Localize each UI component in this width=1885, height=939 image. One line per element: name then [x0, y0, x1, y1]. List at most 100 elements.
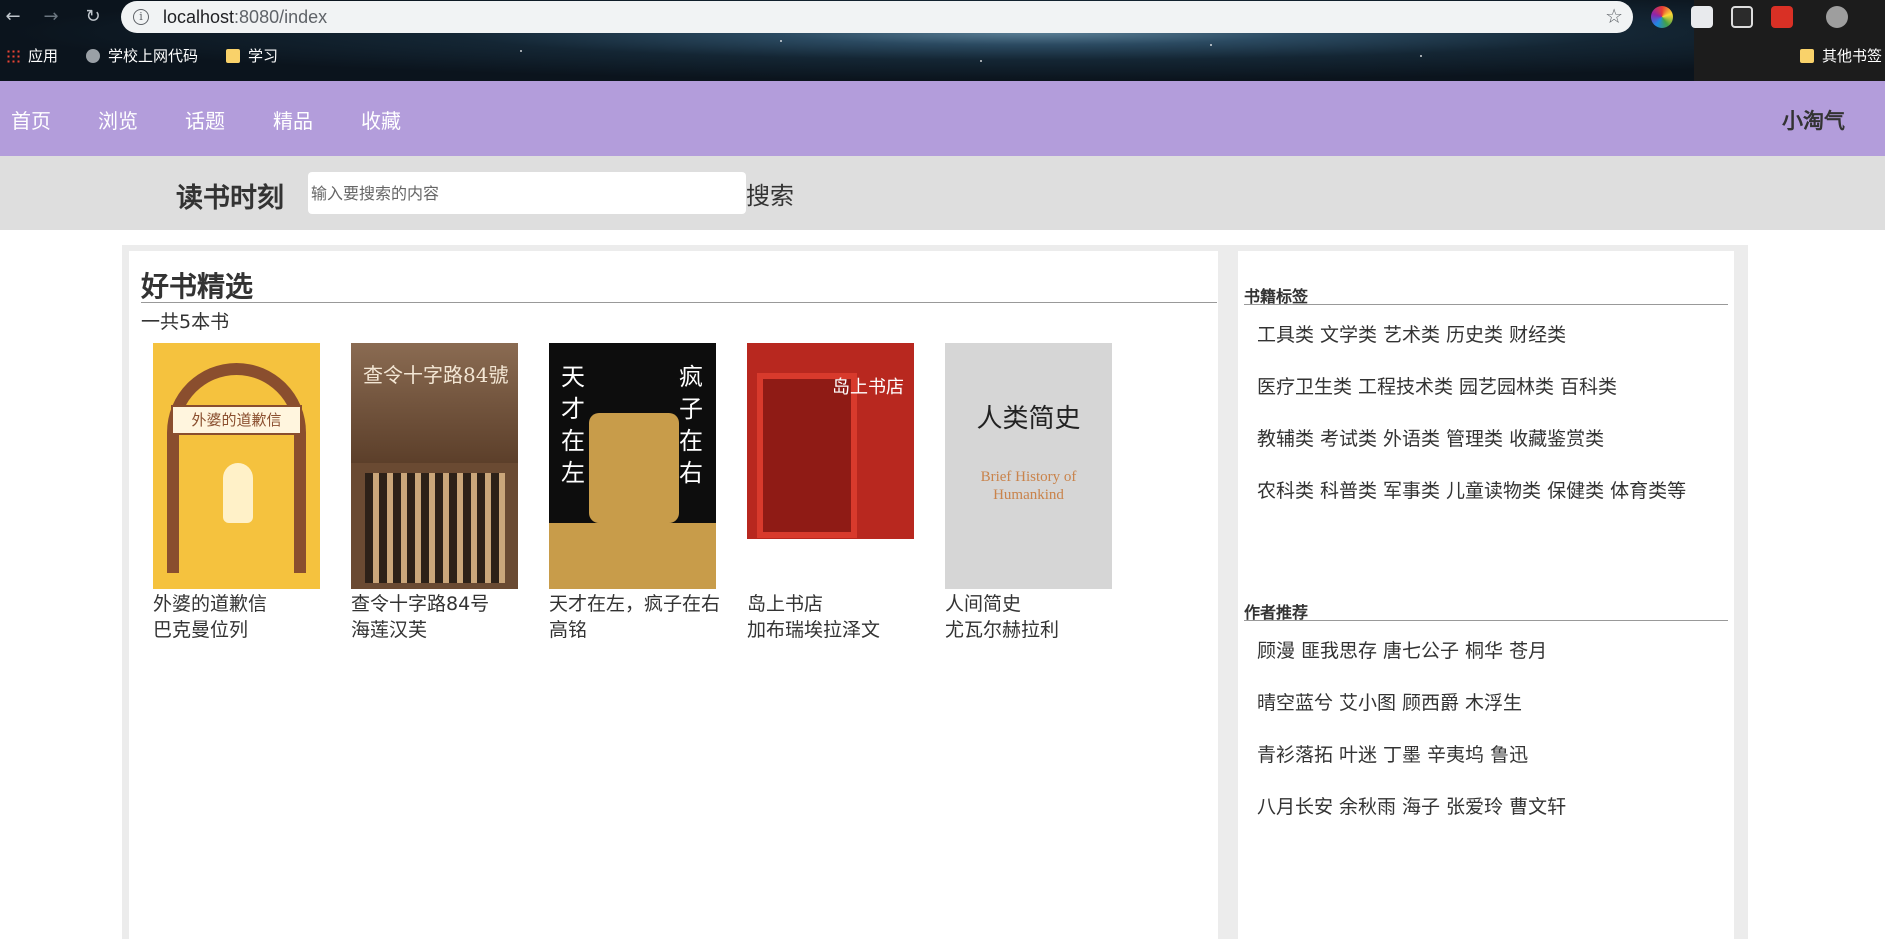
color-extension-icon[interactable]: [1651, 6, 1673, 28]
star-decoration: [780, 40, 782, 42]
tag-link[interactable]: 教辅类: [1257, 428, 1314, 450]
book-card[interactable]: 外婆的道歉信 外婆的道歉信 巴克曼位列: [153, 343, 338, 643]
author-link[interactable]: 青衫落拓: [1257, 744, 1333, 766]
folder-icon: [1800, 48, 1814, 63]
tag-link[interactable]: 体育类等: [1610, 480, 1686, 502]
book-cover[interactable]: 查令十字路84號: [351, 343, 518, 589]
author-link[interactable]: 唐七公子: [1383, 640, 1459, 662]
tag-link[interactable]: 保健类: [1547, 480, 1604, 502]
author-row: 八月长安 余秋雨 海子 张爱玲 曹文轩: [1257, 792, 1572, 819]
author-link[interactable]: 辛夷坞: [1427, 744, 1484, 766]
tag-link[interactable]: 科普类: [1320, 480, 1377, 502]
author-link[interactable]: 丁墨: [1383, 744, 1421, 766]
bookmark-label: 其他书签: [1822, 47, 1883, 65]
author-link[interactable]: 艾小图: [1339, 692, 1396, 714]
book-cover[interactable]: 天才在左 疯子在右: [549, 343, 716, 589]
book-author: 加布瑞埃拉泽文: [747, 619, 881, 641]
forward-icon[interactable]: →: [40, 6, 62, 28]
bookmark-label: 应用: [28, 47, 59, 65]
author-row: 顾漫 匪我思存 唐七公子 桐华 苍月: [1257, 636, 1553, 663]
url-text[interactable]: localhost:8080/index: [163, 7, 327, 28]
book-title[interactable]: 人间简史: [945, 591, 1130, 617]
tag-link[interactable]: 艺术类: [1383, 324, 1440, 346]
search-input[interactable]: [308, 172, 746, 214]
book-title[interactable]: 岛上书店: [747, 591, 932, 617]
username[interactable]: 小淘气: [1782, 105, 1845, 135]
nav-home[interactable]: 首页: [11, 105, 51, 134]
author-link[interactable]: 苍月: [1509, 640, 1547, 662]
book-card[interactable]: 查令十字路84號 查令十字路84号 海莲汉芙: [351, 343, 536, 643]
bookmark-label: 学校上网代码: [108, 47, 199, 65]
nav-browse[interactable]: 浏览: [98, 105, 138, 134]
back-icon[interactable]: ←: [2, 6, 24, 28]
author-link[interactable]: 叶迷: [1339, 744, 1377, 766]
fe-extension-icon[interactable]: [1771, 6, 1793, 28]
bookmark-star-icon[interactable]: ☆: [1605, 4, 1623, 28]
book-cover[interactable]: 岛上书店: [747, 343, 914, 589]
bookmark-school-code[interactable]: 学校上网代码: [86, 45, 198, 66]
book-card[interactable]: 人类简史 Brief History of Humankind 人间简史 尤瓦尔…: [945, 343, 1130, 643]
grid-extension-icon[interactable]: [1691, 6, 1713, 28]
tag-link[interactable]: 收藏鉴赏类: [1509, 428, 1604, 450]
cover-title: 岛上书店: [832, 377, 904, 398]
star-decoration: [1210, 44, 1212, 46]
tag-link[interactable]: 工程技术类: [1358, 376, 1453, 398]
tag-link[interactable]: 外语类: [1383, 428, 1440, 450]
tag-row: 农科类 科普类 军事类 儿童读物类 保健类 体育类等: [1257, 476, 1692, 503]
nav-favorites[interactable]: 收藏: [361, 105, 401, 134]
search-button[interactable]: 搜索: [746, 176, 794, 211]
tag-link[interactable]: 百科类: [1560, 376, 1617, 398]
book-card[interactable]: 天才在左 疯子在右 天才在左，疯子在右 高铭: [549, 343, 734, 643]
tag-link[interactable]: 管理类: [1446, 428, 1503, 450]
author-link[interactable]: 桐华: [1465, 640, 1503, 662]
book-card[interactable]: 岛上书店 岛上书店 加布瑞埃拉泽文: [747, 343, 932, 643]
author-link[interactable]: 八月长安: [1257, 796, 1333, 818]
sidebar: 书籍标签 工具类 文学类 艺术类 历史类 财经类 医疗卫生类 工程技术类 园艺园林类 百科类 …: [1238, 251, 1734, 939]
cover-title: 查令十字路84號: [363, 363, 509, 387]
book-title[interactable]: 外婆的道歉信: [153, 591, 338, 617]
author-link[interactable]: 海子: [1402, 796, 1440, 818]
author-link[interactable]: 曹文轩: [1509, 796, 1566, 818]
tag-link[interactable]: 医疗卫生类: [1257, 376, 1352, 398]
book-title[interactable]: 查令十字路84号: [351, 591, 536, 617]
bookmark-other[interactable]: 其他书签: [1800, 45, 1882, 66]
glasses-extension-icon[interactable]: [1731, 6, 1753, 28]
tag-link[interactable]: 考试类: [1320, 428, 1377, 450]
tag-link[interactable]: 工具类: [1257, 324, 1314, 346]
cover-band: [747, 539, 914, 589]
bookmark-apps[interactable]: 应用: [6, 45, 58, 66]
url-host: localhost: [163, 7, 235, 27]
tag-link[interactable]: 园艺园林类: [1459, 376, 1554, 398]
tag-link[interactable]: 军事类: [1383, 480, 1440, 502]
tag-link[interactable]: 农科类: [1257, 480, 1314, 502]
author-link[interactable]: 晴空蓝兮: [1257, 692, 1333, 714]
book-cover[interactable]: 外婆的道歉信: [153, 343, 320, 589]
nav-topics[interactable]: 话题: [185, 105, 225, 134]
profile-avatar[interactable]: [1826, 6, 1848, 28]
book-count: 一共5本书: [141, 311, 230, 333]
cover-illustration: [365, 473, 505, 583]
tag-link[interactable]: 历史类: [1446, 324, 1503, 346]
tag-row: 工具类 文学类 艺术类 历史类 财经类: [1257, 320, 1572, 347]
bookmark-study[interactable]: 学习: [226, 45, 278, 66]
tag-link[interactable]: 儿童读物类: [1446, 480, 1541, 502]
tag-link[interactable]: 财经类: [1509, 324, 1566, 346]
book-title[interactable]: 天才在左，疯子在右: [549, 591, 734, 617]
author-link[interactable]: 张爱玲: [1446, 796, 1503, 818]
reload-icon[interactable]: ↻: [82, 6, 104, 28]
site-info-icon[interactable]: i: [133, 9, 149, 25]
author-link[interactable]: 鲁迅: [1490, 744, 1528, 766]
address-bar[interactable]: i localhost:8080/index ☆: [121, 1, 1633, 33]
nav-featured[interactable]: 精品: [273, 105, 313, 134]
cover-illustration: [589, 413, 679, 523]
site-brand[interactable]: 读书时刻: [176, 176, 284, 215]
author-link[interactable]: 匪我思存: [1301, 640, 1377, 662]
section-title: 好书精选: [141, 270, 254, 303]
author-link[interactable]: 顾西爵: [1402, 692, 1459, 714]
author-link[interactable]: 顾漫: [1257, 640, 1295, 662]
tag-link[interactable]: 文学类: [1320, 324, 1377, 346]
book-cover[interactable]: 人类简史 Brief History of Humankind: [945, 343, 1112, 589]
author-link[interactable]: 木浮生: [1465, 692, 1522, 714]
author-link[interactable]: 余秋雨: [1339, 796, 1396, 818]
author-row: 青衫落拓 叶迷 丁墨 辛夷坞 鲁迅: [1257, 740, 1534, 767]
